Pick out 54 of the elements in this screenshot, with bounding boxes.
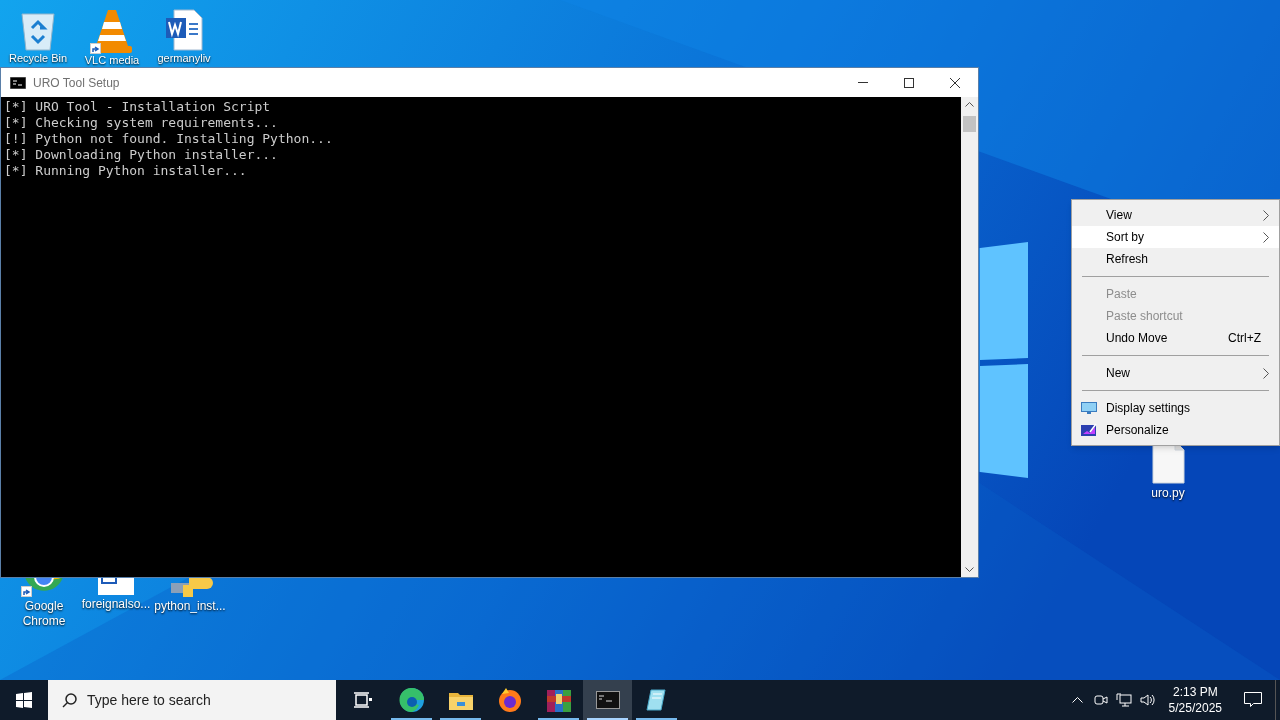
chevron-right-icon bbox=[1263, 209, 1269, 221]
close-icon bbox=[950, 77, 960, 88]
clock[interactable]: 2:13 PM 5/25/2025 bbox=[1168, 684, 1222, 716]
notification-icon bbox=[1244, 692, 1262, 708]
archive-books-icon bbox=[546, 688, 571, 712]
icon-label[interactable]: uro.py bbox=[1151, 486, 1185, 501]
clock-time: 2:13 PM bbox=[1172, 684, 1218, 700]
console-line: [*] URO Tool - Installation Script bbox=[4, 99, 272, 115]
desktop-icon[interactable] bbox=[164, 8, 204, 52]
icon-label[interactable]: Google Chrome bbox=[22, 599, 66, 629]
windows-logo-icon bbox=[16, 692, 32, 708]
menu-item[interactable]: Refresh bbox=[1072, 248, 1279, 270]
camera-icon bbox=[1093, 693, 1108, 707]
console-line: [*] Checking system requirements... bbox=[4, 115, 279, 131]
taskbar-app-button[interactable] bbox=[583, 680, 632, 720]
clock-date: 5/25/2025 bbox=[1168, 700, 1222, 716]
chevron-up-icon bbox=[1071, 697, 1083, 703]
console-icon bbox=[10, 76, 26, 89]
chevron-right-icon bbox=[1263, 231, 1269, 243]
task-view-icon bbox=[353, 692, 372, 708]
network-icon bbox=[1115, 693, 1132, 707]
chevron-right-icon bbox=[1263, 367, 1269, 379]
menu-item[interactable]: View bbox=[1072, 204, 1279, 226]
menu-item[interactable]: Sort by bbox=[1072, 226, 1279, 248]
terminal-icon bbox=[595, 691, 620, 709]
icon-label[interactable]: python_inst... bbox=[154, 599, 226, 614]
browser-wave-icon bbox=[398, 687, 425, 713]
scroll-down-icon bbox=[965, 567, 974, 572]
icon-label[interactable]: foreignalso... bbox=[81, 597, 151, 612]
notepad-icon bbox=[644, 688, 669, 712]
minimize-icon bbox=[858, 82, 868, 83]
scrollbar[interactable] bbox=[961, 97, 978, 577]
menu-item[interactable]: Undo Move Ctrl+Z bbox=[1072, 327, 1279, 349]
menu-item[interactable]: New bbox=[1072, 362, 1279, 384]
speaker-icon bbox=[1139, 693, 1156, 707]
console-line: [!] Python not found. Installing Python... bbox=[4, 131, 334, 147]
shortcut-arrow-icon bbox=[90, 43, 101, 54]
scroll-thumb[interactable] bbox=[963, 116, 976, 132]
document-w-icon bbox=[164, 8, 204, 52]
maximize-icon bbox=[904, 77, 914, 88]
menu-item[interactable]: Personalize bbox=[1072, 419, 1279, 441]
desktop-icon[interactable] bbox=[90, 8, 134, 54]
monitor-icon bbox=[1081, 401, 1097, 415]
personalize-icon bbox=[1081, 423, 1097, 437]
folder-icon bbox=[448, 690, 473, 710]
window-title: URO Tool Setup bbox=[33, 74, 120, 92]
firefox-icon bbox=[497, 688, 522, 712]
search-field[interactable]: Type here to search bbox=[48, 680, 336, 720]
search-icon bbox=[62, 693, 77, 708]
console-line: [*] Running Python installer... bbox=[4, 163, 248, 179]
menu-item[interactable]: Display settings bbox=[1072, 397, 1279, 419]
shortcut-arrow-icon bbox=[21, 586, 32, 597]
console-line: [*] Downloading Python installer... bbox=[4, 147, 279, 163]
scroll-up-icon bbox=[965, 102, 974, 107]
